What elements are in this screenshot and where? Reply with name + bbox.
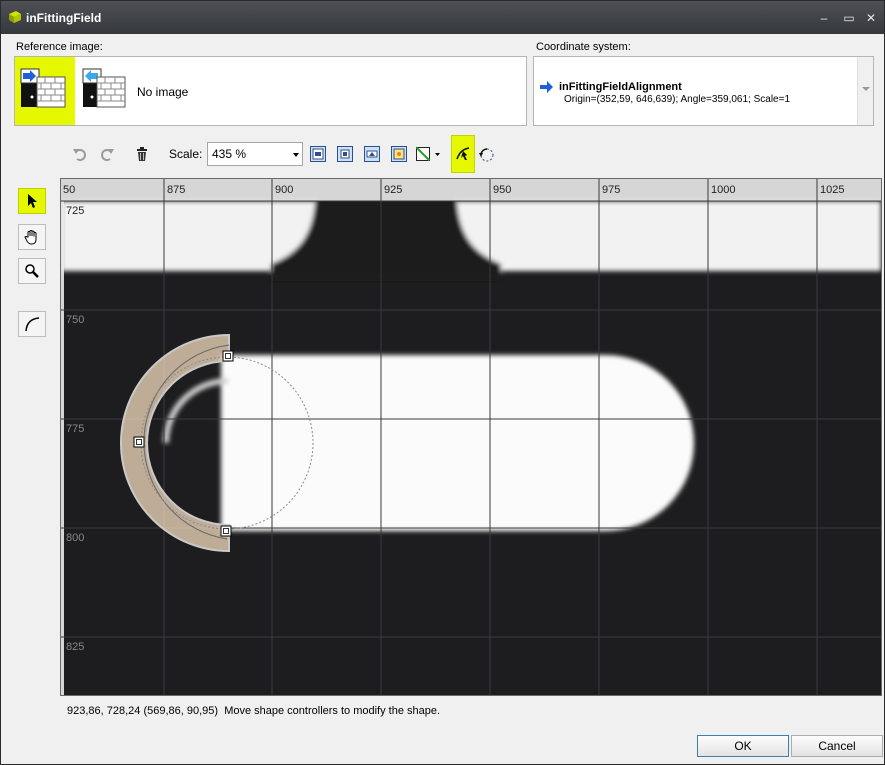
zoom-fit-icon	[310, 146, 326, 162]
no-image-text: No image	[137, 85, 189, 99]
scale-dropdown[interactable]: 435 %	[207, 142, 303, 166]
ruler-x-label: 900	[275, 184, 293, 196]
coordinate-system-detail: Origin=(352,59, 646,639); Angle=359,061;…	[564, 94, 791, 105]
set-reference-icon	[20, 68, 66, 108]
rotate-tool-button[interactable]	[475, 143, 497, 165]
view-options-dropdown[interactable]	[413, 143, 443, 165]
ruler-x-label: 950	[493, 184, 511, 196]
zoom-fit-button[interactable]	[307, 143, 329, 165]
delete-button[interactable]	[131, 143, 153, 165]
load-reference-button[interactable]	[77, 57, 133, 125]
trash-icon	[137, 147, 147, 161]
scale-label: Scale:	[169, 147, 203, 161]
ruler-x-label: 1025	[820, 184, 844, 196]
ruler-y-label: 800	[66, 532, 84, 544]
maximize-icon[interactable]: ▭	[841, 10, 857, 26]
undo-icon	[73, 149, 86, 161]
select-tool-button[interactable]	[18, 188, 46, 214]
chevron-down-icon	[293, 153, 299, 157]
fit-curve-icon	[456, 147, 470, 160]
magnifier-icon	[25, 264, 39, 278]
status-hint: Move shape controllers to modify the sha…	[224, 705, 441, 717]
reference-image-label: Reference image:	[16, 41, 103, 53]
coordinate-system-list[interactable]: inFittingFieldAlignment Origin=(352,59, …	[533, 56, 874, 126]
zoom-in-button[interactable]	[361, 143, 383, 165]
app-logo-icon	[9, 11, 21, 23]
ruler-x-label: 1000	[711, 184, 735, 196]
hand-icon	[24, 230, 37, 245]
rotate-icon	[479, 148, 494, 162]
ruler-x-label: 925	[384, 184, 402, 196]
pan-tool-button[interactable]	[18, 224, 46, 250]
coordinate-system-label: Coordinate system:	[536, 41, 631, 53]
dialog-window: inFittingField – ▭ ✕ Reference image: No…	[0, 0, 885, 765]
ruler-y-label: 725	[66, 205, 84, 217]
cancel-button[interactable]: Cancel	[791, 735, 883, 757]
scale-value: 435 %	[212, 147, 247, 161]
set-reference-button[interactable]	[15, 57, 75, 125]
ruler-y-label: 825	[66, 641, 84, 653]
load-reference-icon	[82, 68, 126, 108]
chevron-down-icon	[862, 87, 870, 91]
canvas-view: 50 875 900 925 950 975 1000 1025 725 750…	[61, 179, 881, 695]
window-title: inFittingField	[26, 11, 102, 25]
title-bar: inFittingField – ▭ ✕	[1, 1, 884, 34]
coordinate-system-name: inFittingFieldAlignment	[559, 81, 682, 93]
status-bar: 923,86, 728,24 (569,86, 90,95) Move shap…	[67, 705, 440, 717]
arc-tool-button[interactable]	[18, 311, 46, 337]
reference-image-panel: No image	[14, 56, 527, 126]
ruler-x-label: 975	[602, 184, 620, 196]
pointer-icon	[28, 194, 37, 208]
ok-button[interactable]: OK	[697, 735, 789, 757]
redo-icon	[101, 149, 114, 161]
image-canvas[interactable]: 50 875 900 925 950 975 1000 1025 725 750…	[60, 178, 882, 696]
zoom-actual-button[interactable]	[334, 143, 356, 165]
zoom-out-button[interactable]	[388, 143, 410, 165]
zoom-out-icon	[391, 146, 407, 162]
zoom-actual-icon	[337, 146, 353, 162]
ruler-x-label: 50	[63, 184, 75, 196]
coordinate-list-scrollbar[interactable]	[857, 57, 873, 125]
arc-icon	[25, 317, 40, 332]
zoom-in-icon	[364, 146, 380, 162]
fit-tool-button[interactable]	[451, 135, 475, 173]
ruler-x-label: 875	[167, 184, 185, 196]
arrow-right-icon	[540, 81, 553, 93]
minimize-icon[interactable]: –	[816, 10, 832, 26]
zoom-tool-button[interactable]	[18, 258, 46, 284]
ruler-y-label: 775	[66, 423, 84, 435]
close-icon[interactable]: ✕	[863, 10, 879, 26]
undo-button[interactable]	[69, 143, 91, 165]
redo-button[interactable]	[96, 143, 118, 165]
view-options-icon	[415, 146, 440, 162]
ruler-y-label: 750	[66, 314, 84, 326]
cursor-coordinates: 923,86, 728,24 (569,86, 90,95)	[67, 705, 219, 717]
